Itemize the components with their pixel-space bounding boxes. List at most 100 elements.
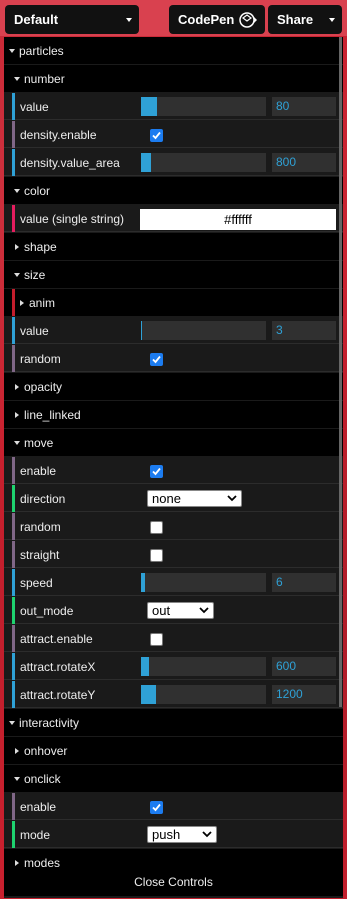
density-area-input[interactable]: 800 [272, 153, 336, 172]
onclick-enable-checkbox[interactable] [150, 801, 163, 814]
folder-opacity[interactable]: opacity [4, 373, 343, 400]
folder-title: size [24, 268, 46, 282]
type-stripe [12, 569, 15, 596]
close-controls-button[interactable]: Close Controls [4, 869, 343, 896]
folder-title: number [24, 72, 65, 86]
folder-interactivity[interactable]: interactivity [4, 709, 343, 736]
rotatex-slider[interactable] [141, 657, 266, 676]
control-straight: straight [4, 541, 343, 568]
type-stripe [12, 485, 15, 512]
folder-title: color [24, 184, 51, 198]
type-stripe [12, 513, 15, 540]
control-label: value [20, 324, 49, 338]
control-color-value: value (single string) #ffffff [4, 205, 343, 232]
folder-color[interactable]: color [4, 177, 343, 204]
control-mode: mode push [4, 821, 343, 848]
slider-fill [141, 685, 156, 704]
chevron-right-icon [15, 244, 19, 250]
speed-input[interactable]: 6 [272, 573, 336, 592]
density-enable-checkbox[interactable] [150, 129, 163, 142]
control-label: enable [20, 800, 57, 814]
control-density-enable: density.enable [4, 121, 343, 148]
folder-title: anim [29, 296, 56, 310]
control-label: random [20, 520, 61, 534]
out-mode-select[interactable]: out [147, 602, 214, 619]
folder-title: modes [24, 856, 61, 869]
select-value: none [152, 491, 181, 506]
type-stripe [12, 289, 15, 316]
top-bar: Default CodePen Share [0, 0, 347, 36]
codepen-button[interactable]: CodePen [169, 5, 265, 34]
codepen-label: CodePen [178, 12, 235, 27]
attract-enable-checkbox[interactable] [150, 633, 163, 646]
folder-title: move [24, 436, 54, 450]
type-stripe [12, 681, 15, 708]
control-label: density.enable [20, 128, 97, 142]
chevron-down-icon [202, 831, 212, 838]
control-label: out_mode [20, 604, 74, 618]
size-value-input[interactable]: 3 [272, 321, 336, 340]
number-value-slider[interactable] [141, 97, 266, 116]
type-stripe [12, 541, 15, 568]
color-value-input[interactable]: #ffffff [140, 209, 336, 230]
control-label: attract.rotateY [20, 688, 96, 702]
folder-number[interactable]: number [4, 65, 343, 92]
control-move-random: random [4, 513, 343, 540]
straight-checkbox[interactable] [150, 549, 163, 562]
control-direction: direction none [4, 485, 343, 512]
chevron-down-icon [199, 607, 209, 614]
share-label: Share [277, 12, 314, 27]
folder-particles[interactable]: particles [4, 37, 343, 64]
move-random-checkbox[interactable] [150, 521, 163, 534]
chevron-down-icon [227, 495, 237, 502]
rotatey-slider[interactable] [141, 685, 266, 704]
control-label: attract.rotateX [20, 660, 96, 674]
rotatex-input[interactable]: 600 [272, 657, 336, 676]
control-rotatey: attract.rotateY 1200 [4, 681, 343, 708]
control-label: mode [20, 828, 51, 842]
chevron-down-icon [9, 49, 15, 53]
checkmark-icon [152, 467, 161, 476]
folder-anim[interactable]: anim [4, 289, 343, 316]
folder-onhover[interactable]: onhover [4, 737, 343, 764]
mode-select[interactable]: push [147, 826, 217, 843]
type-stripe [12, 597, 15, 624]
slider-fill [141, 573, 145, 592]
control-attract-enable: attract.enable [4, 625, 343, 652]
folder-size[interactable]: size [4, 261, 343, 288]
speed-slider[interactable] [141, 573, 266, 592]
type-stripe [12, 317, 15, 344]
number-value-input[interactable]: 80 [272, 97, 336, 116]
type-stripe [12, 345, 15, 372]
control-move-enable: enable [4, 457, 343, 484]
move-enable-checkbox[interactable] [150, 465, 163, 478]
select-value: out [152, 603, 171, 618]
direction-select[interactable]: none [147, 490, 242, 507]
scrollbar[interactable] [339, 37, 342, 707]
control-label: density.value_area [20, 156, 120, 170]
slider-fill [141, 97, 158, 116]
share-button[interactable]: Share [268, 5, 342, 34]
rotatey-input[interactable]: 1200 [272, 685, 336, 704]
preset-select[interactable]: Default [5, 5, 139, 34]
control-size-value: value 3 [4, 317, 343, 344]
size-value-slider[interactable] [141, 321, 266, 340]
chevron-down-icon [14, 273, 20, 277]
checkmark-icon [152, 803, 161, 812]
density-area-slider[interactable] [141, 153, 266, 172]
folder-line-linked[interactable]: line_linked [4, 401, 343, 428]
type-stripe [12, 625, 15, 652]
chevron-down-icon [14, 777, 20, 781]
size-random-checkbox[interactable] [150, 353, 163, 366]
folder-move[interactable]: move [4, 429, 343, 456]
chevron-right-icon [20, 300, 24, 306]
folder-shape[interactable]: shape [4, 233, 343, 260]
folder-modes[interactable]: modes [4, 849, 343, 869]
folder-onclick[interactable]: onclick [4, 765, 343, 792]
control-out-mode: out_mode out [4, 597, 343, 624]
control-rotatex: attract.rotateX 600 [4, 653, 343, 680]
folder-title: shape [24, 240, 57, 254]
codepen-icon [239, 12, 257, 28]
control-label: random [20, 352, 61, 366]
control-onclick-enable: enable [4, 793, 343, 820]
